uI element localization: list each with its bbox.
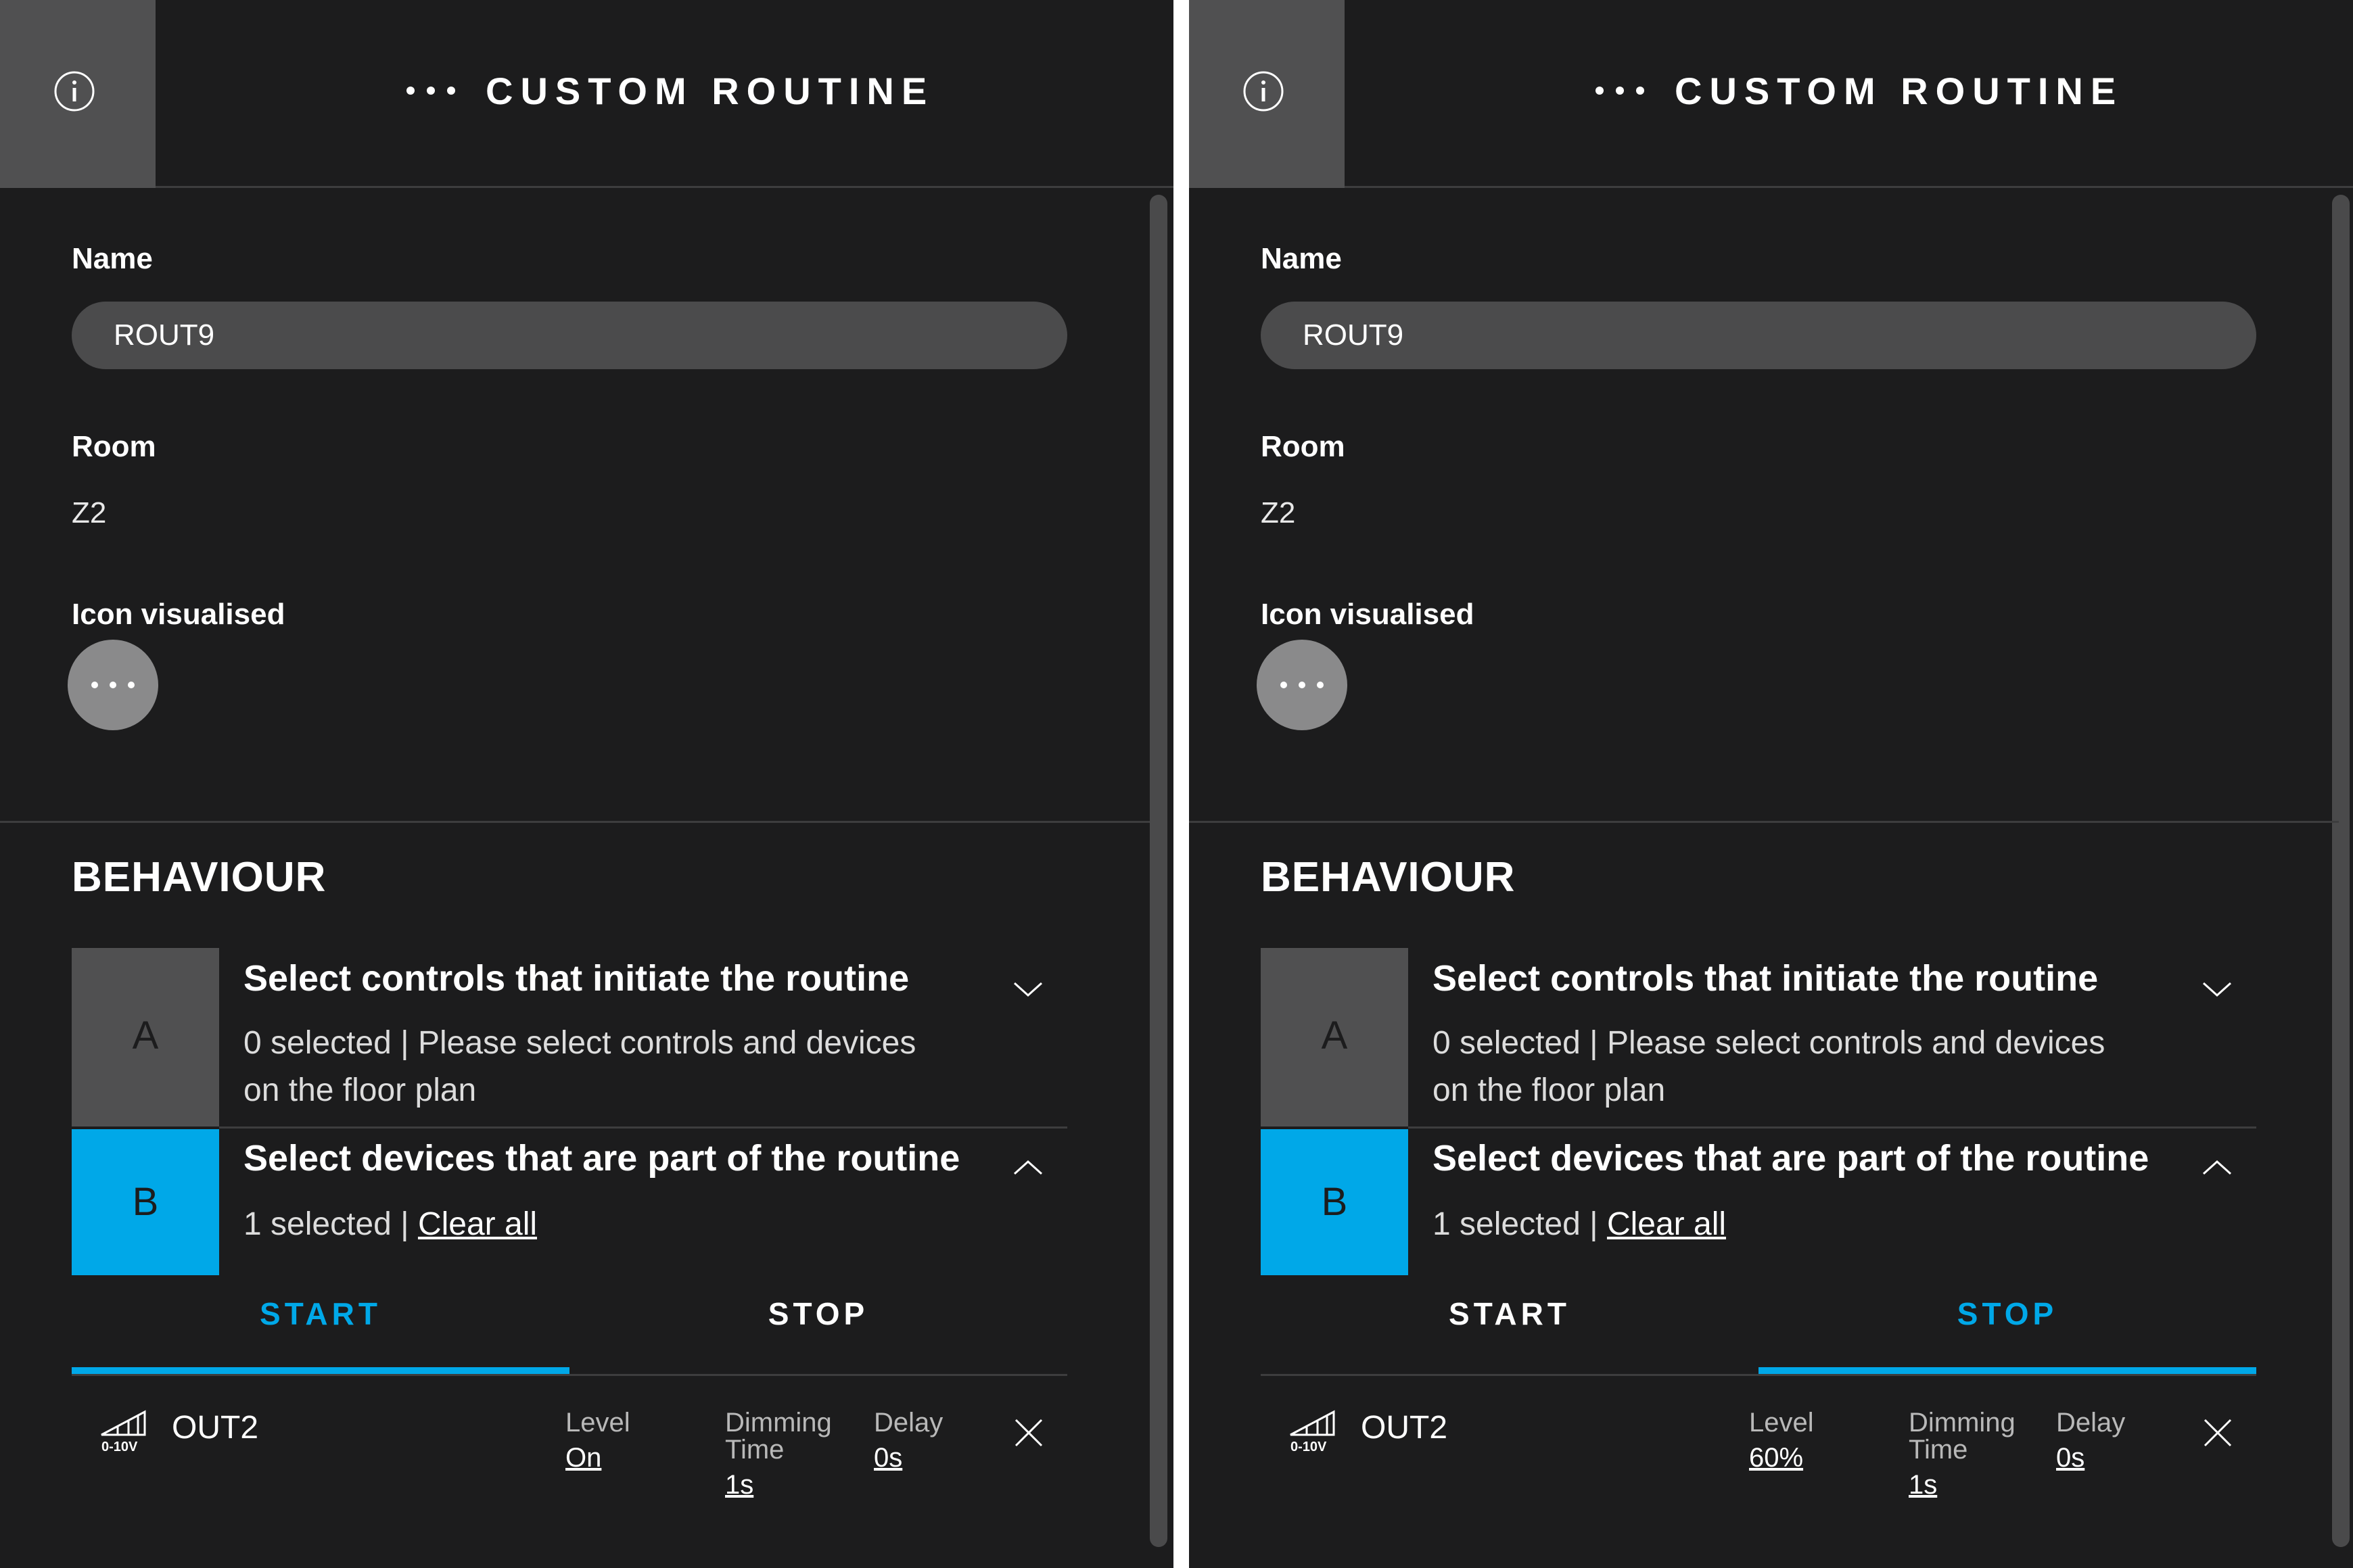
close-icon[interactable] bbox=[1012, 1416, 1046, 1450]
delay-value[interactable]: 0s bbox=[2056, 1443, 2084, 1473]
chevron-down-icon[interactable] bbox=[1012, 979, 1044, 999]
tab-active-indicator bbox=[1758, 1367, 2256, 1374]
device-name: OUT2 bbox=[1361, 1410, 1448, 1446]
behaviour-heading: BEHAVIOUR bbox=[72, 854, 327, 901]
tab-active-indicator bbox=[72, 1367, 569, 1374]
delay-label: Delay bbox=[874, 1408, 943, 1438]
tab-start[interactable]: START bbox=[72, 1296, 569, 1332]
tab-stop[interactable]: STOP bbox=[1758, 1296, 2256, 1332]
step-a-badge[interactable]: A bbox=[72, 948, 219, 1126]
delay-label: Delay bbox=[2056, 1408, 2126, 1438]
level-value[interactable]: 60% bbox=[1749, 1443, 1803, 1473]
icon-caption: 0-10V bbox=[1290, 1440, 1327, 1454]
routine-icon-picker[interactable] bbox=[1257, 640, 1347, 730]
info-icon bbox=[54, 71, 95, 112]
chevron-up-icon[interactable] bbox=[2201, 1158, 2233, 1178]
dimming-label-line2: Time bbox=[725, 1435, 785, 1465]
step-b-badge[interactable]: B bbox=[72, 1129, 219, 1275]
level-value[interactable]: On bbox=[565, 1443, 601, 1473]
tab-baseline bbox=[1261, 1374, 2256, 1376]
dimming-label-line2: Time bbox=[1909, 1435, 1968, 1465]
room-value: Z2 bbox=[1261, 496, 1296, 529]
routine-panel-start: CUSTOM ROUTINE Name ROUT9 Room Z2 Icon v… bbox=[0, 0, 1173, 1568]
level-label: Level bbox=[565, 1408, 630, 1438]
step-b-badge[interactable]: B bbox=[1261, 1129, 1408, 1275]
routine-panel-stop: CUSTOM ROUTINE Name ROUT9 Room Z2 Icon v… bbox=[1189, 0, 2353, 1568]
step-b-title[interactable]: Select devices that are part of the rout… bbox=[1432, 1137, 2149, 1179]
info-button[interactable] bbox=[0, 0, 156, 188]
room-label: Room bbox=[72, 430, 156, 463]
icon-label: Icon visualised bbox=[1261, 598, 1474, 631]
scrollbar[interactable] bbox=[2332, 195, 2350, 1547]
name-label: Name bbox=[72, 242, 153, 275]
tab-stop[interactable]: STOP bbox=[569, 1296, 1067, 1332]
selected-count: 1 selected | bbox=[243, 1206, 418, 1242]
close-icon[interactable] bbox=[2201, 1416, 2235, 1450]
step-a-letter: A bbox=[1321, 1014, 1348, 1058]
selected-count: 1 selected | bbox=[1432, 1206, 1607, 1242]
clear-all-link[interactable]: Clear all bbox=[1607, 1206, 1726, 1242]
dimming-value[interactable]: 1s bbox=[725, 1470, 753, 1500]
delay-value[interactable]: 0s bbox=[874, 1443, 902, 1473]
section-divider bbox=[1189, 821, 2339, 823]
tab-baseline bbox=[72, 1374, 1067, 1376]
dimming-label-line1: Dimming bbox=[725, 1408, 832, 1438]
section-divider bbox=[0, 821, 1150, 823]
step-b-status: 1 selected | Clear all bbox=[1432, 1201, 2149, 1248]
dimmer-0-10v-icon: 0-10V bbox=[101, 1410, 146, 1454]
page-title: CUSTOM ROUTINE bbox=[1675, 70, 2124, 112]
dimming-value[interactable]: 1s bbox=[1909, 1470, 1937, 1500]
panel-header: CUSTOM ROUTINE bbox=[1189, 0, 2353, 188]
panel-header: CUSTOM ROUTINE bbox=[0, 0, 1173, 188]
scrollbar[interactable] bbox=[1150, 195, 1167, 1547]
step-separator bbox=[1408, 1126, 2256, 1129]
room-label: Room bbox=[1261, 430, 1345, 463]
level-label: Level bbox=[1749, 1408, 1814, 1438]
page-title: CUSTOM ROUTINE bbox=[486, 70, 935, 112]
name-input[interactable]: ROUT9 bbox=[72, 302, 1067, 369]
step-b-status: 1 selected | Clear all bbox=[243, 1201, 960, 1248]
room-value: Z2 bbox=[72, 496, 107, 529]
info-icon bbox=[1243, 71, 1284, 112]
more-dots-icon bbox=[406, 87, 455, 95]
routine-icon-picker[interactable] bbox=[68, 640, 158, 730]
step-a-description: 0 selected | Please select controls and … bbox=[243, 1025, 916, 1108]
name-label: Name bbox=[1261, 242, 1342, 275]
tab-start[interactable]: START bbox=[1261, 1296, 1758, 1332]
device-name: OUT2 bbox=[172, 1410, 259, 1446]
step-a-title[interactable]: Select controls that initiate the routin… bbox=[1432, 957, 2098, 999]
dimmer-0-10v-icon: 0-10V bbox=[1290, 1410, 1335, 1454]
icon-label: Icon visualised bbox=[72, 598, 285, 631]
icon-caption: 0-10V bbox=[101, 1440, 138, 1454]
chevron-down-icon[interactable] bbox=[2201, 979, 2233, 999]
step-a-letter: A bbox=[132, 1014, 159, 1058]
more-dots-icon bbox=[1595, 87, 1644, 95]
dimming-label-line1: Dimming bbox=[1909, 1408, 2016, 1438]
step-b-letter: B bbox=[132, 1180, 159, 1224]
name-input[interactable]: ROUT9 bbox=[1261, 302, 2256, 369]
step-a-title[interactable]: Select controls that initiate the routin… bbox=[243, 957, 909, 999]
chevron-up-icon[interactable] bbox=[1012, 1158, 1044, 1178]
clear-all-link[interactable]: Clear all bbox=[418, 1206, 537, 1242]
more-dots-icon bbox=[91, 682, 135, 688]
step-b-title[interactable]: Select devices that are part of the rout… bbox=[243, 1137, 960, 1179]
step-a-description: 0 selected | Please select controls and … bbox=[1432, 1025, 2105, 1108]
behaviour-heading: BEHAVIOUR bbox=[1261, 854, 1516, 901]
step-b-letter: B bbox=[1321, 1180, 1348, 1224]
step-a-badge[interactable]: A bbox=[1261, 948, 1408, 1126]
step-separator bbox=[219, 1126, 1067, 1129]
more-dots-icon bbox=[1280, 682, 1324, 688]
info-button[interactable] bbox=[1189, 0, 1345, 188]
